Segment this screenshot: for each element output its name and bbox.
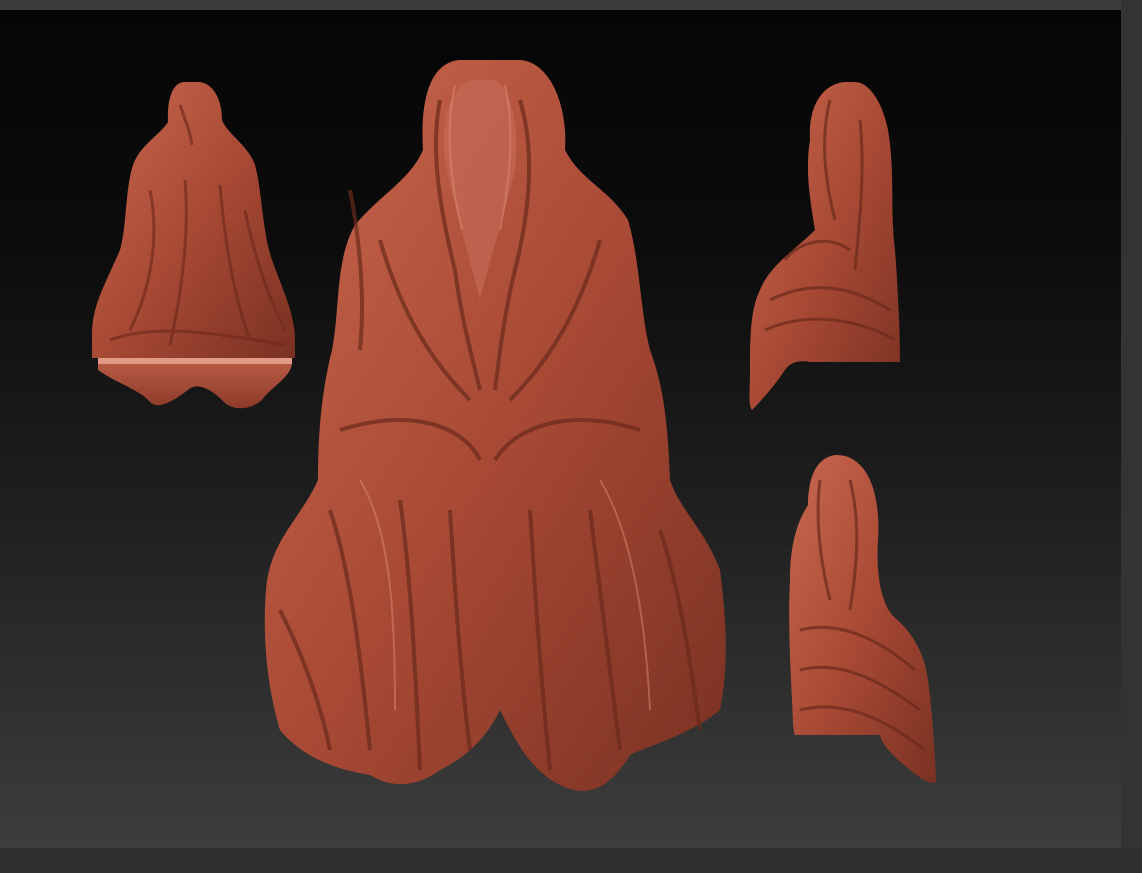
window-bottom-border xyxy=(0,848,1142,873)
window-top-border xyxy=(0,0,1142,10)
viewport-canvas xyxy=(92,60,936,791)
sculpt-viewport[interactable] xyxy=(0,10,1121,848)
model-side-view[interactable] xyxy=(749,82,901,410)
model-back-view[interactable] xyxy=(92,82,295,409)
model-front-view[interactable] xyxy=(264,60,726,791)
window-right-border xyxy=(1121,0,1142,873)
model-three-quarter-view[interactable] xyxy=(789,455,936,783)
